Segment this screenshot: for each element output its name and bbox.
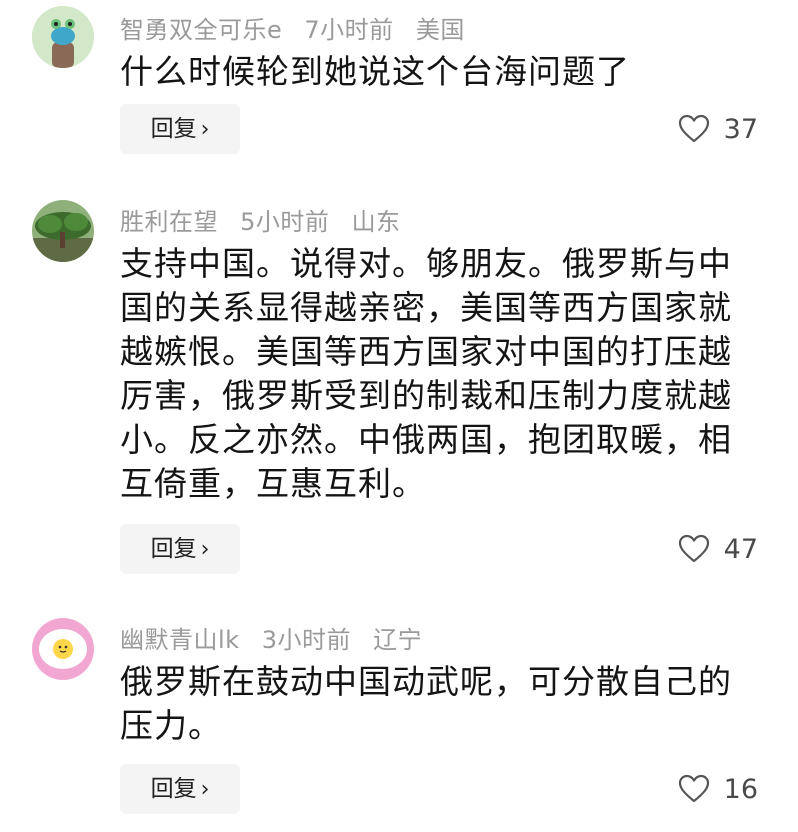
comment-item: 幽默青山lk 3小时前 辽宁 俄罗斯在鼓动中国动武呢，可分散自己的压力。 回复 ›… <box>0 614 798 824</box>
reply-label: 回复 <box>150 116 197 142</box>
timestamp: 7小时前 <box>304 16 394 44</box>
comment-meta: 幽默青山lk 3小时前 辽宁 <box>120 620 436 655</box>
comment-text: 什么时候轮到她说这个台海问题了 <box>120 52 630 91</box>
cartoon-figure-avatar-icon <box>32 6 94 68</box>
reply-button[interactable]: 回复 › <box>120 104 240 154</box>
heart-icon <box>678 114 709 143</box>
comment-item: 智勇双全可乐e 7小时前 美国 什么时候轮到她说这个台海问题了 回复 › 37 <box>0 6 798 166</box>
username[interactable]: 胜利在望 <box>120 208 218 236</box>
location: 美国 <box>415 16 465 44</box>
user-avatar[interactable] <box>32 6 94 68</box>
username[interactable]: 幽默青山lk <box>120 626 240 654</box>
chevron-right-icon: › <box>200 537 210 562</box>
timestamp: 3小时前 <box>261 626 351 654</box>
comment-item: 胜利在望 5小时前 山东 支持中国。说得对。够朋友。俄罗斯与中国的关系显得越亲密… <box>0 196 798 586</box>
reply-button[interactable]: 回复 › <box>120 764 240 814</box>
heart-icon <box>678 534 709 563</box>
location: 辽宁 <box>373 626 423 654</box>
location: 山东 <box>351 208 401 236</box>
heart-icon <box>678 774 709 803</box>
timestamp: 5小时前 <box>240 208 330 236</box>
reply-button[interactable]: 回复 › <box>120 524 240 574</box>
like-count: 37 <box>723 113 758 145</box>
like-button[interactable]: 37 <box>678 104 758 154</box>
chevron-right-icon: › <box>200 777 210 802</box>
like-count: 47 <box>723 533 758 565</box>
like-button[interactable]: 16 <box>678 764 758 814</box>
username[interactable]: 智勇双全可乐e <box>120 16 282 44</box>
user-avatar[interactable] <box>32 618 94 680</box>
reply-label: 回复 <box>150 776 197 802</box>
comment-text: 支持中国。说得对。够朋友。俄罗斯与中国的关系显得越亲密，美国等西方国家就越嫉恨。… <box>120 244 732 503</box>
user-avatar[interactable] <box>32 200 94 262</box>
like-count: 16 <box>723 773 758 805</box>
chevron-right-icon: › <box>200 117 210 142</box>
like-button[interactable]: 47 <box>678 524 758 574</box>
comment-meta: 智勇双全可乐e 7小时前 美国 <box>120 10 479 45</box>
comment-meta: 胜利在望 5小时前 山东 <box>120 202 415 237</box>
reply-label: 回复 <box>150 536 197 562</box>
tree-landscape-avatar-icon <box>32 200 94 262</box>
comment-text: 俄罗斯在鼓动中国动武呢，可分散自己的压力。 <box>120 662 732 745</box>
fried-egg-avatar-icon <box>32 618 94 680</box>
